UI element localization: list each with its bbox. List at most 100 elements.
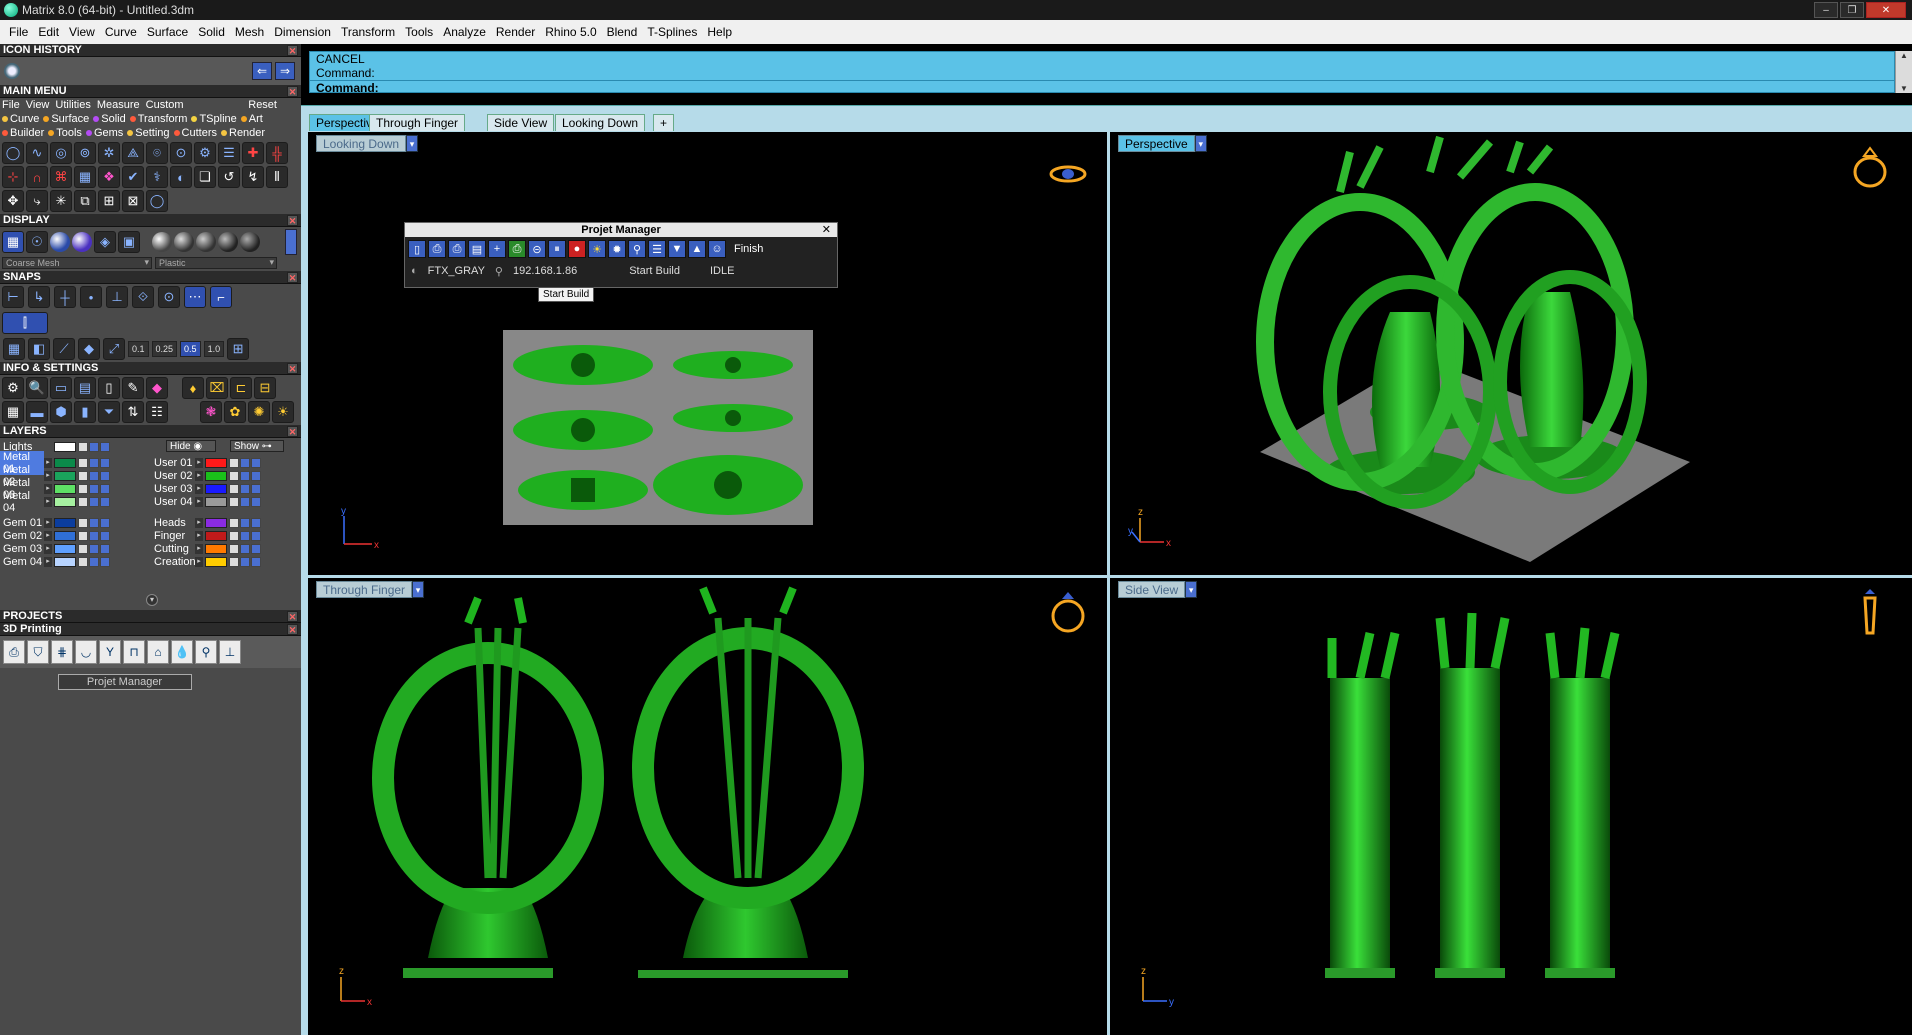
layer-color-swatch[interactable] (205, 496, 227, 507)
layer-color-swatch[interactable] (54, 530, 76, 541)
select-icon[interactable] (251, 496, 261, 507)
select-icon[interactable] (251, 530, 261, 541)
select-icon[interactable] (100, 496, 110, 507)
select-icon[interactable] (100, 530, 110, 541)
menu-tools[interactable]: Tools (400, 25, 438, 39)
hollow-icon[interactable]: ⌂ (147, 640, 169, 664)
layer-color-swatch[interactable] (54, 470, 76, 481)
tab-looking-down[interactable]: Looking Down (555, 114, 646, 131)
material-sphere-icon[interactable] (174, 232, 194, 252)
circle-icon[interactable]: ◯ (2, 142, 24, 164)
close-icon[interactable]: ✕ (287, 363, 298, 374)
visibility-icon[interactable] (240, 457, 250, 468)
layer-name[interactable]: Finger (151, 530, 195, 542)
layer-color-swatch[interactable] (205, 483, 227, 494)
arch-icon[interactable]: ∩ (26, 166, 48, 188)
gem-info-icon[interactable]: ♦ (182, 377, 204, 399)
category-gems[interactable]: Gems (85, 127, 123, 139)
shaded-sphere-icon[interactable] (50, 232, 70, 252)
measure-icon[interactable]: ⊠ (122, 190, 144, 212)
mesh-dropdown[interactable]: Coarse Mesh (2, 257, 152, 269)
layer-name[interactable]: Gem 02 (0, 530, 44, 542)
pin-icon[interactable]: ⚲ (195, 640, 217, 664)
category-curve[interactable]: Curve (2, 113, 39, 125)
visibility-icon[interactable] (240, 530, 250, 541)
expand-arrow-icon[interactable]: ▸ (44, 470, 52, 481)
xray-icon[interactable]: ◈ (94, 231, 116, 253)
material-sphere-icon[interactable] (240, 232, 260, 252)
check-icon[interactable]: ✔ (122, 166, 144, 188)
layer-color-swatch[interactable] (54, 496, 76, 507)
cross-icon[interactable]: ╬ (266, 142, 288, 164)
download-icon[interactable]: ▼ (668, 240, 686, 258)
finish-label[interactable]: Finish (734, 243, 763, 255)
camera-icon[interactable]: ⌧ (206, 377, 228, 399)
menu-edit[interactable]: Edit (33, 25, 64, 39)
layer-color-swatch[interactable] (54, 457, 76, 468)
center-snap-icon[interactable]: ⊙ (158, 286, 180, 308)
add-tab-button[interactable]: + (653, 114, 675, 131)
menu-transform[interactable]: Transform (336, 25, 400, 39)
plus-line-icon[interactable]: ⊹ (2, 166, 24, 188)
expand-arrow-icon[interactable]: ▸ (195, 556, 203, 567)
menu-tsplines[interactable]: T-Splines (642, 25, 702, 39)
print-icon[interactable]: ⎙ (428, 240, 446, 258)
layer-color-swatch[interactable] (54, 517, 76, 528)
visibility-icon[interactable] (240, 556, 250, 567)
category-tools[interactable]: Tools (48, 127, 82, 139)
layer-row[interactable]: User 02 ▸ (151, 469, 262, 482)
prong-icon[interactable]: ✲ (98, 142, 120, 164)
viewport-side-view[interactable]: Side View ▾ z y (1110, 578, 1912, 1035)
doc-icon[interactable]: ▯ (98, 377, 120, 399)
layer-color-swatch[interactable] (205, 556, 227, 567)
layout-icon[interactable]: ☰ (648, 240, 666, 258)
material-sphere-icon[interactable] (152, 232, 172, 252)
layer-name[interactable]: Metal 04 (0, 490, 44, 514)
ring-profile-icon[interactable]: ◡ (75, 640, 97, 664)
layer-name[interactable]: User 04 (151, 496, 195, 508)
select-icon[interactable] (100, 483, 110, 494)
visibility-icon[interactable] (89, 441, 99, 452)
layer-color-swatch[interactable] (205, 470, 227, 481)
visibility-icon[interactable] (240, 517, 250, 528)
visibility-icon[interactable] (100, 441, 110, 452)
menu-help[interactable]: Help (702, 25, 737, 39)
menu-blend[interactable]: Blend (602, 25, 643, 39)
expand-arrow-icon[interactable]: ▸ (44, 530, 52, 541)
visibility-icon[interactable] (89, 517, 99, 528)
sprue-icon[interactable]: ⊓ (123, 640, 145, 664)
expand-arrow-icon[interactable]: ▸ (195, 496, 203, 507)
printer-settings-icon[interactable]: ⎙ (448, 240, 466, 258)
layer-row[interactable]: Gem 03 ▸ (0, 542, 111, 555)
category-art[interactable]: Art (240, 113, 263, 125)
main-menu-custom[interactable]: Custom (146, 99, 184, 111)
layer-color-swatch[interactable] (54, 543, 76, 554)
viewport-label[interactable]: Looking Down ▾ (316, 135, 419, 152)
color-icon[interactable]: ◆ (146, 377, 168, 399)
band-icon[interactable]: ⊚ (74, 142, 96, 164)
lock-icon[interactable] (78, 556, 88, 567)
sort-icon[interactable]: ⇅ (122, 401, 144, 423)
upload-icon[interactable]: ▲ (688, 240, 706, 258)
gem-setting-icon[interactable]: ⟁ (122, 142, 144, 164)
flower-icon[interactable]: ✿ (224, 401, 246, 423)
twist-icon[interactable]: ↯ (242, 166, 264, 188)
end-snap-icon[interactable]: ⊢ (2, 286, 24, 308)
array-icon[interactable]: ⧉ (74, 190, 96, 212)
tag-icon[interactable]: ⊟ (254, 377, 276, 399)
category-setting[interactable]: Setting (127, 127, 170, 139)
stop-icon[interactable]: ⊝ (528, 240, 546, 258)
grid-icon[interactable]: ▦ (74, 166, 96, 188)
select-icon[interactable] (251, 543, 261, 554)
hide-button[interactable]: Hide ◉ (166, 440, 216, 452)
viewport-perspective[interactable]: Perspective ▾ z x y (1110, 132, 1912, 575)
layer-row[interactable]: User 04 ▸ (151, 495, 262, 508)
select-icon[interactable] (100, 556, 110, 567)
scatter-icon[interactable]: ✳ (50, 190, 72, 212)
expand-arrow-icon[interactable]: ▸ (195, 517, 203, 528)
viewport-through-finger[interactable]: Through Finger ▾ z x (308, 578, 1107, 1035)
move-icon[interactable]: ✥ (2, 190, 24, 212)
user-icon[interactable]: ☺ (708, 240, 726, 258)
command-scrollbar[interactable]: ▲ ▼ (1895, 51, 1912, 93)
select-icon[interactable] (251, 470, 261, 481)
